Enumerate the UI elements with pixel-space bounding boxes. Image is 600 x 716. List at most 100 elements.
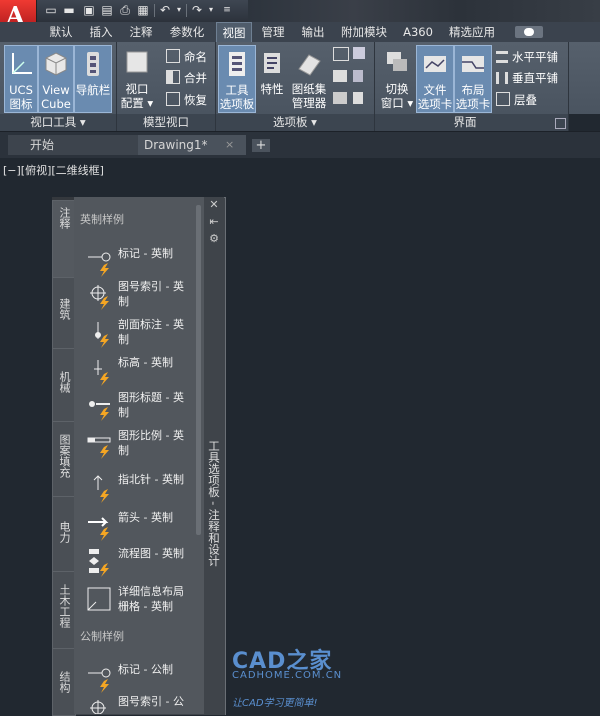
viewport-config-button[interactable]: 视口 配置 ▾ bbox=[118, 45, 156, 111]
switch-window-button[interactable]: 切换 窗口 ▾ bbox=[378, 45, 416, 111]
tab-annotate[interactable]: 注释 bbox=[122, 22, 160, 42]
sheetset-manager-button[interactable]: 图纸集 管理器 bbox=[289, 45, 329, 111]
tile-horizontal-icon bbox=[496, 51, 508, 63]
tool-flowchart-imperial[interactable]: 流程图 - 英制 bbox=[86, 546, 196, 580]
dialog-launcher-icon[interactable] bbox=[555, 118, 566, 129]
close-icon[interactable]: ✕ bbox=[207, 198, 221, 211]
section-header: 英制样例 bbox=[80, 213, 124, 226]
tab-view[interactable]: 视图 bbox=[216, 22, 252, 42]
north-arrow-icon bbox=[93, 475, 109, 503]
tool-tag-metric[interactable]: 标记 - 公制 bbox=[86, 662, 196, 696]
undo-icon[interactable]: ↶ bbox=[158, 3, 172, 17]
tool-label: 箭头 - 英制 bbox=[118, 511, 173, 524]
print-icon[interactable]: ⎙ bbox=[118, 3, 132, 17]
layer-icon[interactable] bbox=[333, 70, 347, 82]
calculator-icon[interactable] bbox=[353, 70, 363, 82]
panel-label-palettes[interactable]: 选项板 ▾ bbox=[216, 114, 374, 131]
palette-tab-architectural[interactable]: 建筑 bbox=[52, 277, 76, 349]
ribbon-minimize-button[interactable] bbox=[515, 26, 543, 38]
tab-output[interactable]: 输出 bbox=[294, 22, 332, 42]
viewcube-button[interactable]: View Cube bbox=[38, 45, 74, 113]
properties-button[interactable]: 特性 bbox=[256, 45, 288, 111]
tab-a360[interactable]: A360 bbox=[398, 22, 438, 42]
tool-arrow-imperial[interactable]: 箭头 - 英制 bbox=[86, 510, 196, 544]
undo-dropdown-icon[interactable]: ▾ bbox=[172, 3, 186, 17]
file-tabs-icon bbox=[424, 56, 446, 72]
restore-viewports-button[interactable]: 恢复 bbox=[166, 90, 207, 110]
close-icon[interactable]: × bbox=[225, 135, 234, 155]
panel-label-model-viewports: 模型视口 bbox=[143, 115, 189, 129]
tab-featured-apps[interactable]: 精选应用 bbox=[444, 22, 500, 42]
layout-tabs-button[interactable]: 布局 选项卡 bbox=[454, 45, 492, 113]
tool-detail-grid-imperial[interactable]: 详细信息布局 栅格 - 英制 bbox=[86, 584, 196, 618]
cmd-line-icon[interactable] bbox=[333, 92, 347, 104]
palette-tab-hatches[interactable]: 图案填充 bbox=[52, 421, 76, 497]
dbconnect-icon[interactable] bbox=[353, 92, 363, 104]
ucs-icon-button[interactable]: UCS 图标 bbox=[4, 45, 38, 113]
named-viewports-button[interactable]: 命名 bbox=[166, 47, 207, 67]
tool-label: 栅格 - 英制 bbox=[118, 600, 173, 613]
tool-callout-metric[interactable]: 图号索引 - 公 bbox=[86, 694, 196, 714]
properties-icon[interactable]: ⚙ bbox=[207, 232, 221, 245]
tile-vertical-button[interactable]: 垂直平铺 bbox=[496, 68, 558, 88]
tab-parametric[interactable]: 参数化 bbox=[162, 22, 212, 42]
new-icon[interactable]: ▭ bbox=[44, 3, 58, 17]
section-header: 公制样例 bbox=[80, 630, 124, 643]
save-icon[interactable]: ▣ bbox=[82, 3, 96, 17]
button-label: 切换 bbox=[385, 82, 409, 96]
tool-palettes-button[interactable]: 工具 选项板 bbox=[218, 45, 256, 113]
tool-label: 剖面标注 - 英 bbox=[118, 318, 184, 331]
tab-addins[interactable]: 附加模块 bbox=[336, 22, 392, 42]
palette-tab-electrical[interactable]: 电力 bbox=[52, 496, 76, 572]
customize-icon[interactable]: ≡ bbox=[220, 3, 234, 17]
cloud-icon bbox=[524, 28, 534, 36]
tool-north-arrow-imperial[interactable]: 指北针 - 英制 bbox=[86, 472, 196, 506]
tool-section-imperial[interactable]: 剖面标注 - 英制 bbox=[86, 317, 196, 351]
redo-dropdown-icon[interactable]: ▾ bbox=[204, 3, 218, 17]
cascade-button[interactable]: 层叠 bbox=[496, 90, 537, 110]
viewport-controls[interactable]: [−][俯视][二维线框] bbox=[3, 162, 104, 178]
plot-icon[interactable]: ▦ bbox=[136, 3, 150, 17]
button-label: View bbox=[42, 83, 70, 97]
tab-start[interactable]: 开始 bbox=[8, 135, 138, 155]
tool-scale-imperial[interactable]: 图形比例 - 英制 bbox=[86, 428, 196, 462]
tab-manage[interactable]: 管理 bbox=[254, 22, 292, 42]
panel-label-viewport-tools[interactable]: 视口工具 ▾ bbox=[0, 114, 116, 131]
redo-icon[interactable]: ↷ bbox=[190, 3, 204, 17]
new-tab-button[interactable]: + bbox=[252, 139, 270, 152]
callout-icon bbox=[90, 700, 106, 714]
tool-callout-imperial[interactable]: 图号索引 - 英制 bbox=[86, 279, 196, 313]
tile-horizontal-button[interactable]: 水平平铺 bbox=[496, 47, 558, 67]
tab-default[interactable]: 默认 bbox=[42, 22, 80, 42]
open-icon[interactable]: ▬ bbox=[62, 3, 76, 17]
flowchart-icon bbox=[89, 549, 109, 577]
tab-insert[interactable]: 插入 bbox=[82, 22, 120, 42]
viewport-config-icon bbox=[126, 51, 148, 73]
tool-tag-imperial[interactable]: 标记 - 英制 bbox=[86, 246, 196, 280]
palette-tab-mechanical[interactable]: 机械 bbox=[52, 348, 76, 422]
button-label: 选项卡 bbox=[455, 97, 491, 111]
palette-tab-annotation[interactable]: 注释 bbox=[52, 200, 76, 278]
join-viewports-button[interactable]: 合并 bbox=[166, 68, 207, 88]
tool-label: 制 bbox=[118, 295, 129, 308]
palette-scrollbar[interactable] bbox=[196, 205, 201, 535]
button-label: 选项卡 bbox=[417, 97, 453, 111]
tool-label: 标高 - 英制 bbox=[118, 356, 173, 369]
separator bbox=[154, 4, 155, 17]
markup-icon[interactable] bbox=[353, 47, 365, 59]
design-center-icon[interactable] bbox=[333, 47, 349, 61]
panel-label-interface: 界面 bbox=[453, 115, 477, 129]
ucs-icon bbox=[12, 53, 32, 74]
saveas-icon[interactable]: ▤ bbox=[100, 3, 114, 17]
button-label: 管理器 bbox=[291, 96, 327, 110]
button-label: 视口 bbox=[125, 82, 149, 96]
navigation-bar-button[interactable]: 导航栏 bbox=[74, 45, 112, 113]
tool-elevation-imperial[interactable]: 标高 - 英制 bbox=[86, 355, 196, 389]
tool-drawing-title-imperial[interactable]: 图形标题 - 英制 bbox=[86, 390, 196, 424]
watermark-slogan: 让CAD学习更简单! bbox=[232, 698, 318, 709]
button-label: 图纸集 bbox=[291, 82, 327, 96]
autohide-icon[interactable]: ⇤ bbox=[207, 215, 221, 228]
palette-tab-civil[interactable]: 土木工程 bbox=[52, 571, 76, 649]
file-tabs-button[interactable]: 文件 选项卡 bbox=[416, 45, 454, 113]
palette-tab-structural[interactable]: 结构 bbox=[52, 648, 76, 716]
